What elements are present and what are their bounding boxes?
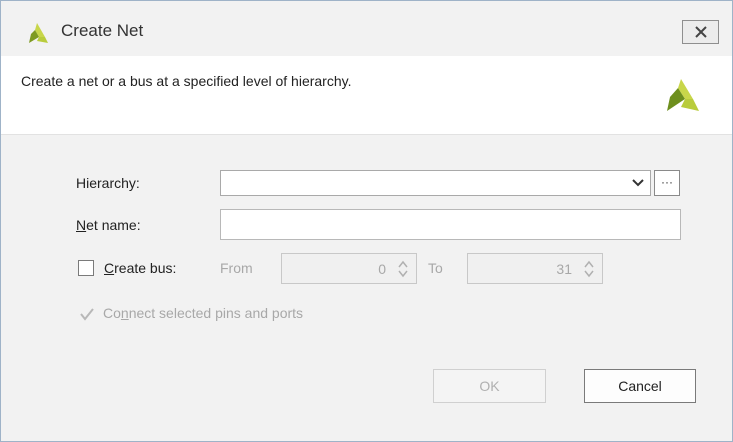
to-label: To [428,260,443,276]
hierarchy-browse-button[interactable]: ··· [654,170,680,196]
connect-pins-checkbox[interactable] [79,306,95,322]
hierarchy-label: Hierarchy: [76,175,140,191]
title-bar: Create Net [1,1,732,56]
cancel-button[interactable]: Cancel [584,369,696,403]
close-button[interactable] [682,20,719,44]
spinner-arrows-icon[interactable] [584,259,594,279]
vivado-logo-icon [29,23,48,43]
from-spinner[interactable]: 0 [281,253,417,284]
from-value: 0 [378,261,386,277]
connect-pins-label: Connect selected pins and ports [103,305,303,321]
hierarchy-combobox[interactable] [220,170,651,196]
ok-button[interactable]: OK [433,369,546,403]
net-name-mnemonic: N [76,217,87,233]
create-bus-checkbox[interactable] [78,260,94,276]
window-title: Create Net [61,21,144,40]
connect-pins-label-pre: Co [103,305,121,321]
connect-pins-label-rest: nect selected pins and ports [128,305,304,321]
chevron-down-icon[interactable] [632,179,644,187]
net-name-label: Net name: [76,217,141,233]
dialog-header: Create a net or a bus at a specified lev… [1,56,732,135]
dialog-body: Hierarchy: ··· Net name: Create bus: Fro… [1,135,732,441]
create-net-dialog: Create Net Create a net or a bus at a sp… [0,0,733,442]
net-name-label-rest: et name: [86,217,141,233]
close-icon [695,26,707,38]
create-bus-mnemonic: C [104,260,115,276]
from-label: From [220,260,253,276]
header-description: Create a net or a bus at a specified lev… [21,73,352,89]
create-bus-label-rest: reate bus: [114,260,177,276]
to-value: 31 [556,261,572,277]
vivado-logo-icon [667,79,699,111]
to-spinner[interactable]: 31 [467,253,603,284]
spinner-arrows-icon[interactable] [398,259,408,279]
net-name-field[interactable] [220,209,681,240]
connect-pins-mnemonic: n [120,305,129,321]
create-bus-label[interactable]: Create bus: [104,260,176,276]
